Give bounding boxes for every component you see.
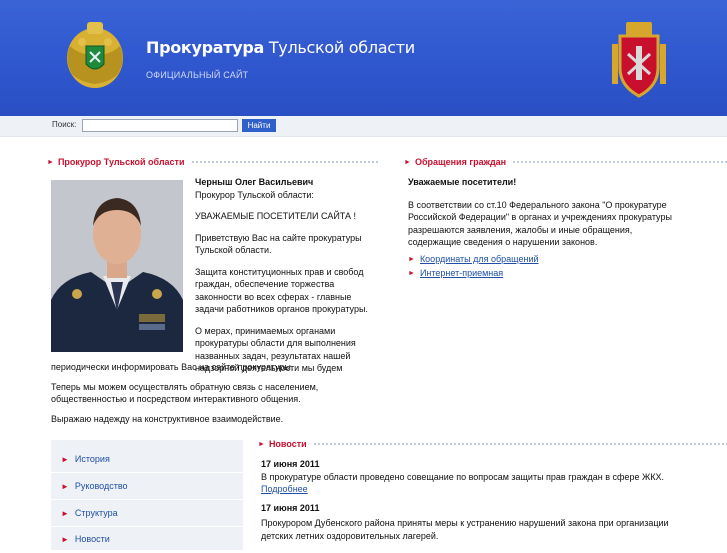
appeals-greeting: Уважаемые посетители! — [408, 177, 517, 187]
prosecutor-position: Прокурор Тульской области: — [195, 189, 314, 200]
news-date: 17 июня 2011 — [261, 459, 320, 469]
dotted-divider — [190, 159, 380, 165]
prosecutor-portrait-image — [51, 180, 183, 352]
paragraph-2: Защита конституционных прав и свобод гра… — [195, 266, 368, 315]
nav-bullet-icon: ► — [61, 481, 69, 491]
prosecutor-outro: периодически информировать Вас на сайте … — [51, 361, 381, 425]
news-more-link[interactable]: Подробнее — [261, 484, 308, 494]
sidebar-item-structure[interactable]: ► Структура — [51, 500, 243, 527]
news-list: 17 июня 2011 В прокуратуре области прове… — [261, 458, 721, 542]
prosecutor-name: Черныш Олег Васильевич — [195, 177, 314, 187]
sidebar-item-leadership[interactable]: ► Руководство — [51, 473, 243, 500]
prosecutor-emblem-icon — [67, 22, 123, 88]
link-arrow-icon: ► — [408, 255, 415, 263]
appeals-link-reception[interactable]: ► Интернет-приемная — [408, 268, 503, 278]
news-text: Прокурором Дубенского района приняты мер… — [261, 518, 669, 541]
sidebar-item-news[interactable]: ► Новости — [51, 526, 243, 553]
site-title[interactable]: Прокуратура Тульской области — [146, 38, 415, 57]
paragraph-1: Приветствую Вас на сайте прокуратуры Тул… — [195, 232, 362, 256]
sidebar-item-history[interactable]: ► История — [51, 446, 243, 473]
news-text: В прокуратуре области проведено совещани… — [261, 471, 665, 482]
paragraph-5: Выражаю надежду на конструктивное взаимо… — [51, 413, 284, 424]
appeals-paragraph: В соответствии со ст.10 Федерального зак… — [408, 199, 672, 248]
site-header: Прокуратура Тульской области ОФИЦИАЛЬНЫЙ… — [0, 0, 727, 116]
news-date: 17 июня 2011 — [261, 502, 320, 513]
search-input[interactable] — [82, 119, 238, 132]
prosecutor-photo — [51, 180, 183, 352]
link-arrow-icon: ► — [408, 269, 415, 277]
sidebar-nav: ► История ► Руководство ► Структура ► Но… — [51, 440, 243, 553]
search-bar: Поиск: Найти — [0, 116, 727, 137]
appeals-text: Уважаемые посетители! В соответствии со … — [408, 176, 718, 249]
search-label: Поиск: — [52, 120, 77, 129]
news-item: 17 июня 2011 В прокуратуре области прове… — [261, 458, 721, 496]
prosecutor-intro: Черныш Олег Васильевич Прокурор Тульской… — [195, 176, 385, 375]
search-button[interactable]: Найти — [242, 119, 276, 132]
paragraph-3-tail: периодически информировать Вас на сайте … — [51, 362, 294, 372]
appeals-section-heading: ► Обращения граждан — [404, 156, 727, 168]
nav-bullet-icon: ► — [61, 508, 69, 518]
section-arrow-icon: ► — [404, 158, 411, 166]
tula-coat-of-arms-icon — [612, 22, 666, 98]
site-subtitle: ОФИЦИАЛЬНЫЙ САЙТ — [146, 70, 249, 80]
dotted-divider — [312, 441, 727, 447]
section-arrow-icon: ► — [47, 158, 54, 166]
section-arrow-icon: ► — [258, 440, 265, 448]
appeals-link-coordinates[interactable]: ► Координаты для обращений — [408, 254, 539, 264]
dotted-divider — [512, 159, 727, 165]
news-item: 17 июня 2011 Прокурором Дубенского район… — [261, 502, 721, 543]
prosecutor-section-heading: ► Прокурор Тульской области — [47, 156, 380, 168]
paragraph-4: Теперь мы можем осуществлять обратную св… — [51, 381, 319, 405]
greeting-heading: УВАЖАЕМЫЕ ПОСЕТИТЕЛИ САЙТА ! — [195, 211, 356, 221]
nav-bullet-icon: ► — [61, 454, 69, 464]
nav-bullet-icon: ► — [61, 534, 69, 544]
news-section-heading: ► Новости — [258, 438, 727, 450]
